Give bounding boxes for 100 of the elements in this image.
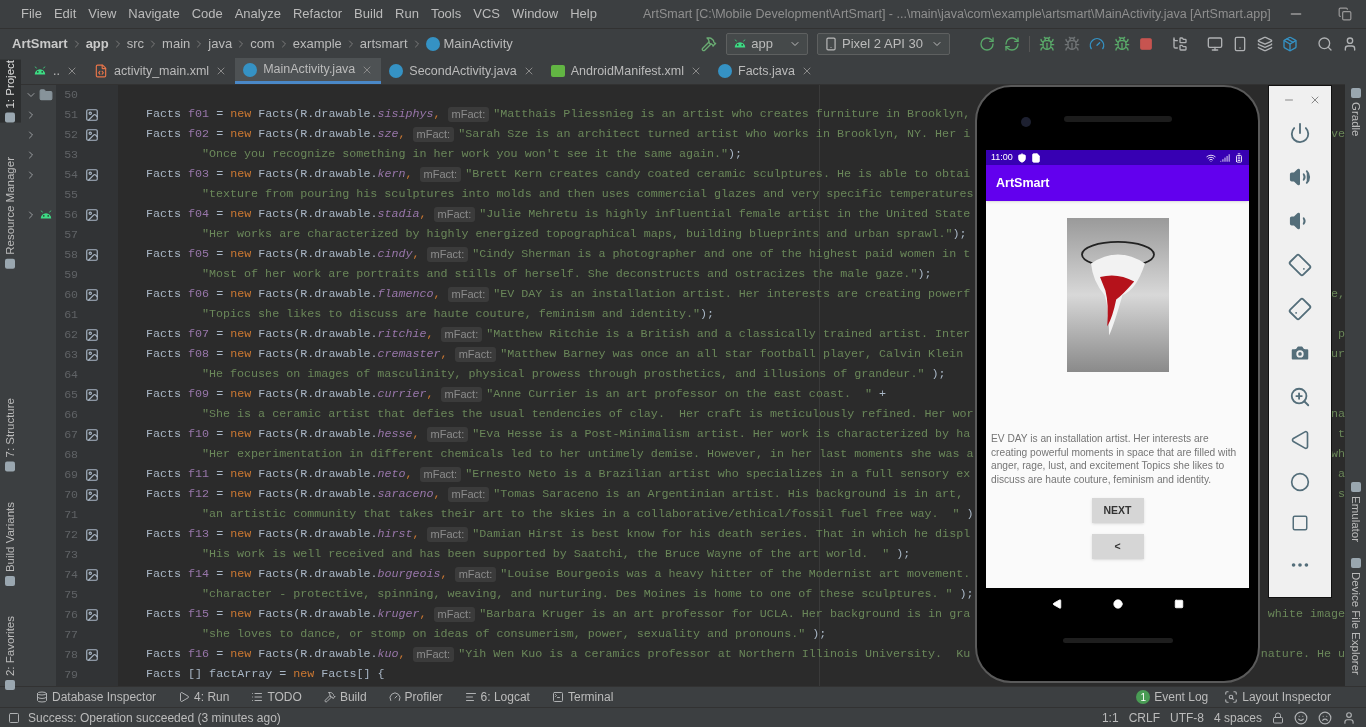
- menu-item[interactable]: Code: [185, 4, 229, 24]
- device-manager-icon[interactable]: [1232, 35, 1248, 52]
- breadcrumb[interactable]: app: [85, 33, 109, 54]
- tool-window-tab[interactable]: Device File Explorer: [1345, 557, 1366, 675]
- image-icon[interactable]: [85, 468, 99, 482]
- apply-changes-icon[interactable]: [1004, 35, 1020, 52]
- image-icon[interactable]: [85, 568, 99, 582]
- tool-window-tab[interactable]: 7: Structure: [0, 398, 21, 472]
- image-icon[interactable]: [85, 328, 99, 342]
- menu-item[interactable]: Tools: [424, 4, 468, 24]
- close-tab-icon[interactable]: [690, 65, 702, 77]
- image-icon[interactable]: [85, 348, 99, 362]
- breadcrumb[interactable]: src: [126, 33, 145, 54]
- editor-tab[interactable]: AndroidManifest.xml: [542, 58, 710, 84]
- editor-tab[interactable]: Facts.java: [710, 58, 821, 84]
- profiler-icon[interactable]: [1089, 35, 1105, 52]
- lock-icon[interactable]: [1272, 711, 1284, 724]
- menu-item[interactable]: VCS: [467, 4, 506, 24]
- user-icon[interactable]: [1342, 35, 1358, 52]
- phone-button[interactable]: <: [1091, 534, 1144, 559]
- editor-tab[interactable]: MainActivity.java: [235, 58, 382, 84]
- close-icon[interactable]: [1309, 94, 1321, 106]
- menu-item[interactable]: Edit: [47, 4, 83, 24]
- volume-up-icon[interactable]: [1289, 166, 1311, 188]
- menu-item[interactable]: Analyze: [228, 4, 287, 24]
- image-icon[interactable]: [85, 128, 99, 142]
- status-item[interactable]: 4 spaces: [1213, 708, 1262, 727]
- menu-item[interactable]: Help: [564, 4, 603, 24]
- image-icon[interactable]: [85, 288, 99, 302]
- menu-item[interactable]: View: [82, 4, 123, 24]
- restore-icon[interactable]: [1337, 7, 1352, 21]
- code-text: "Anne Currier is an art professor on the east coast. " +: [486, 386, 887, 404]
- image-icon[interactable]: [85, 608, 99, 622]
- menu-item[interactable]: Refactor: [286, 4, 349, 24]
- run-config-dropdown[interactable]: app: [726, 32, 809, 55]
- menu-item[interactable]: Build: [348, 4, 389, 24]
- status-item[interactable]: UTF-8: [1169, 708, 1204, 727]
- smile-icon[interactable]: [1294, 710, 1308, 725]
- image-icon[interactable]: [85, 388, 99, 402]
- class-icon: [243, 62, 258, 77]
- tool-window-tab[interactable]: 1: Project: [0, 60, 21, 123]
- image-icon[interactable]: [85, 248, 99, 262]
- tool-window-button[interactable]: Profiler: [388, 688, 443, 706]
- device-dropdown[interactable]: Pixel 2 API 30: [817, 32, 950, 55]
- code-text: Facts f04 = new Facts(R.drawable.stadia,: [146, 206, 427, 224]
- image-icon[interactable]: [85, 528, 99, 542]
- attach-debugger-icon[interactable]: [1114, 35, 1130, 52]
- search-icon[interactable]: [1317, 35, 1333, 52]
- tool-window-tab[interactable]: Build Variants: [0, 501, 21, 586]
- menu-item[interactable]: Window: [505, 4, 565, 24]
- close-tab-icon[interactable]: [801, 65, 813, 77]
- parameter-hint: mFact:: [447, 107, 490, 123]
- tool-window-button[interactable]: Layout Inspector: [1224, 688, 1331, 706]
- tool-window-button[interactable]: Event Log: [1154, 688, 1209, 706]
- phone-button[interactable]: NEXT: [1091, 498, 1144, 523]
- breadcrumb[interactable]: ArtSmart: [12, 33, 68, 54]
- editor-tab[interactable]: ..: [25, 58, 86, 84]
- image-icon[interactable]: [85, 488, 99, 502]
- rerun-icon[interactable]: [979, 35, 995, 52]
- tool-window-tab[interactable]: Gradle: [1345, 88, 1366, 137]
- code-text: "Her experimentation in different chemicals led to her untimely demise. However, in her last moments she was a: [202, 446, 974, 464]
- monitor-icon[interactable]: [1207, 35, 1223, 52]
- editor-tab[interactable]: activity_main.xml: [85, 58, 236, 84]
- tool-window-button[interactable]: Build: [323, 688, 367, 706]
- code-text: "Most of her work are portraits and stills of herself. She deconstructs and ostracizes the male gaze.");: [202, 266, 932, 284]
- breadcrumb[interactable]: MainActivity: [443, 33, 513, 54]
- tool-window-button[interactable]: TODO: [251, 688, 302, 706]
- breadcrumb[interactable]: example: [292, 33, 342, 54]
- menu-item[interactable]: File: [15, 4, 48, 24]
- editor-tab[interactable]: SecondActivity.java: [381, 58, 543, 84]
- menu-item[interactable]: Run: [389, 4, 425, 24]
- breadcrumb[interactable]: com: [250, 33, 275, 54]
- menu-item[interactable]: Navigate: [122, 4, 186, 24]
- image-icon[interactable]: [85, 648, 99, 662]
- image-icon[interactable]: [85, 168, 99, 182]
- status-item[interactable]: 1:1: [1101, 708, 1119, 727]
- package-icon[interactable]: [1282, 35, 1298, 52]
- tool-window-button[interactable]: 4: Run: [178, 688, 230, 706]
- hammer-icon[interactable]: [701, 35, 718, 52]
- layers-icon[interactable]: [1257, 35, 1273, 52]
- tool-window-button[interactable]: Database Inspector: [36, 688, 157, 706]
- image-icon[interactable]: [85, 208, 99, 222]
- tool-window-tab[interactable]: Emulator: [1345, 481, 1366, 542]
- zoom-icon[interactable]: [1289, 386, 1311, 408]
- breadcrumb[interactable]: java: [208, 33, 233, 54]
- panel-toggle-icon[interactable]: [8, 711, 20, 724]
- stop-icon[interactable]: [1139, 36, 1153, 51]
- image-icon[interactable]: [85, 428, 99, 442]
- breadcrumb[interactable]: artsmart: [359, 33, 408, 54]
- tool-window-button[interactable]: Terminal: [551, 688, 614, 706]
- debug-icon[interactable]: [1039, 35, 1055, 52]
- status-item[interactable]: CRLF: [1128, 708, 1160, 727]
- project-structure-icon[interactable]: [1172, 35, 1188, 52]
- tool-window-button[interactable]: 6: Logcat: [464, 688, 530, 706]
- breadcrumb[interactable]: main: [162, 33, 191, 54]
- person-icon[interactable]: [1342, 710, 1356, 725]
- frown-icon[interactable]: [1318, 710, 1332, 725]
- power-icon[interactable]: [1289, 122, 1311, 144]
- image-icon[interactable]: [85, 108, 99, 122]
- tool-window-tab[interactable]: Resource Manager: [0, 156, 21, 269]
